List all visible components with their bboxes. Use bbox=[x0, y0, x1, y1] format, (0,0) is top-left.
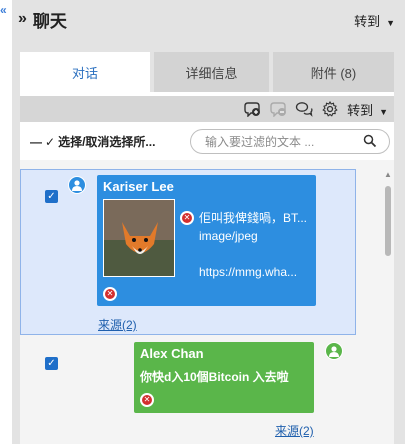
attachment-info: 佢叫我俾錢喎，BT... image/jpeg https://mmg.wha.… bbox=[199, 209, 311, 281]
user-avatar-icon bbox=[325, 342, 343, 360]
left-strip: « bbox=[0, 0, 12, 444]
remove-tag-icon[interactable] bbox=[269, 100, 287, 118]
tab-conversation[interactable]: 对话 bbox=[20, 52, 150, 92]
filter-input[interactable] bbox=[205, 134, 355, 149]
message-text: 你快d入10個Bitcoin 入去啦 bbox=[140, 370, 289, 384]
delete-message-icon[interactable]: ✕ bbox=[103, 287, 117, 301]
toolbar-goto-label: 转到 bbox=[347, 102, 374, 118]
scroll-up-icon[interactable]: ▲ bbox=[384, 170, 392, 179]
scrollbar[interactable]: ▲ bbox=[382, 170, 394, 440]
select-all-toggle[interactable]: — ✓ 选择/取消选择所... bbox=[30, 133, 155, 150]
filter-row: — ✓ 选择/取消选择所... bbox=[20, 126, 394, 156]
goto-dropdown[interactable]: 转到 ▼ bbox=[354, 11, 395, 30]
scrollbar-thumb[interactable] bbox=[385, 186, 391, 256]
delete-message-icon[interactable]: ✕ bbox=[140, 393, 154, 407]
delete-attachment-icon[interactable]: ✕ bbox=[180, 211, 194, 225]
user-avatar-icon bbox=[68, 176, 86, 194]
caret-down-icon: ▼ bbox=[386, 18, 395, 28]
settings-icon[interactable] bbox=[321, 100, 339, 118]
attachment-filename: 佢叫我俾錢喎，BT... bbox=[199, 211, 308, 225]
message-bubble-outgoing: Alex Chan 你快d入10個Bitcoin 入去啦 ✕ bbox=[134, 342, 314, 413]
source-link[interactable]: 来源(2) bbox=[275, 422, 314, 439]
attachment-mimetype: image/jpeg bbox=[199, 229, 258, 243]
sender-name: Kariser Lee bbox=[103, 179, 174, 194]
filter-box bbox=[190, 129, 390, 154]
right-edge bbox=[405, 0, 415, 444]
goto-label: 转到 bbox=[354, 14, 381, 29]
image-thumbnail[interactable] bbox=[103, 199, 175, 277]
message-bubble-incoming: Kariser Lee ✕ 佢叫我俾錢喎，BT... image/jpeg ht… bbox=[97, 175, 316, 306]
attachment-spacer bbox=[199, 245, 311, 263]
source-link[interactable]: 来源(2) bbox=[98, 316, 137, 333]
check-icon: ✓ bbox=[45, 134, 56, 149]
dash-icon: — bbox=[30, 134, 42, 149]
panel-title: 聊天 bbox=[32, 11, 67, 31]
tab-details[interactable]: 详细信息 bbox=[154, 52, 269, 92]
panel-header: » 聊天 转到 ▼ bbox=[12, 0, 405, 38]
tab-bar: 对话 详细信息 附件 (8) bbox=[20, 52, 394, 92]
conversation-toolbar: 转到 ▼ bbox=[20, 96, 394, 122]
search-icon[interactable] bbox=[363, 134, 377, 151]
select-all-label: 选择/取消选择所... bbox=[58, 134, 156, 149]
tab-attachments[interactable]: 附件 (8) bbox=[273, 52, 394, 92]
message-checkbox[interactable]: ✓ bbox=[45, 190, 58, 203]
message-checkbox[interactable]: ✓ bbox=[45, 357, 58, 370]
expand-icon[interactable]: » bbox=[18, 10, 27, 28]
attachment-url[interactable]: https://mmg.wha... bbox=[199, 263, 311, 281]
chat-bubbles-icon[interactable] bbox=[295, 100, 313, 118]
add-tag-icon[interactable] bbox=[243, 100, 261, 118]
sender-name: Alex Chan bbox=[140, 346, 204, 361]
toolbar-goto-dropdown[interactable]: 转到 ▼ bbox=[347, 100, 388, 119]
caret-down-icon: ▼ bbox=[379, 106, 388, 117]
collapse-icon[interactable]: « bbox=[0, 4, 10, 16]
